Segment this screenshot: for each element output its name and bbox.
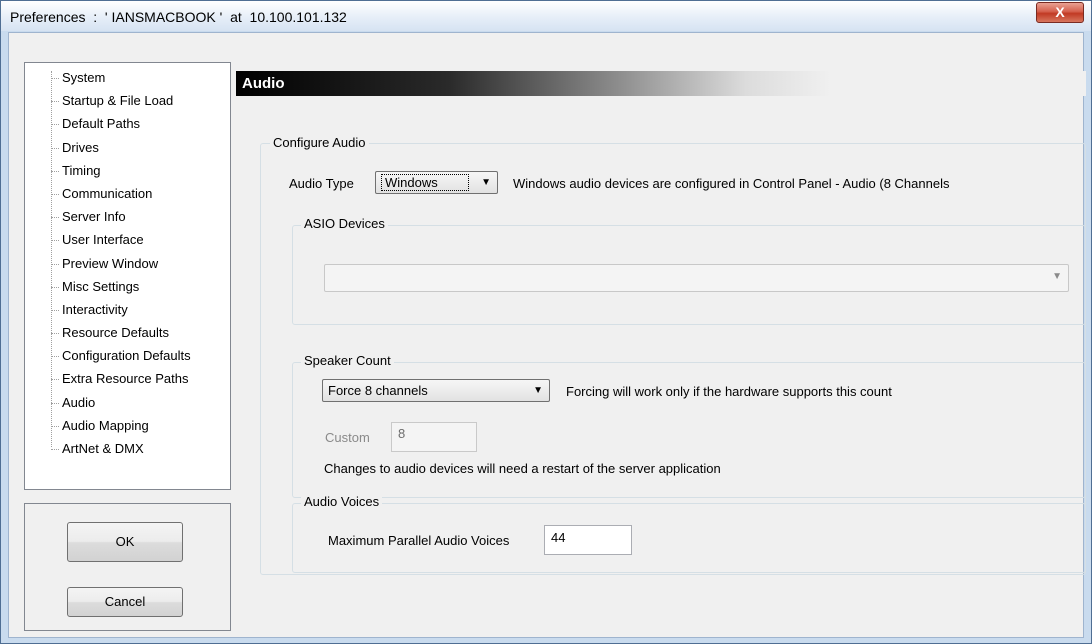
cancel-button[interactable]: Cancel	[67, 587, 183, 617]
tree-item-system[interactable]: System	[25, 69, 230, 92]
audio-type-label: Audio Type	[289, 176, 354, 191]
tree-item-label: Communication	[62, 185, 153, 201]
tree-item-label: Preview Window	[62, 255, 159, 271]
tree-item-timing[interactable]: Timing	[25, 162, 230, 185]
section-header: Audio	[236, 71, 1086, 96]
restart-note: Changes to audio devices will need a res…	[324, 461, 721, 476]
tree-item-audio-mapping[interactable]: Audio Mapping	[25, 417, 230, 440]
tree-item-label: ArtNet & DMX	[62, 441, 144, 456]
tree-item-default-paths[interactable]: Default Paths	[25, 115, 230, 138]
tree-item-preview-window[interactable]: Preview Window	[25, 255, 230, 278]
custom-count-input[interactable]: 8	[391, 422, 477, 452]
audio-type-value: Windows	[381, 174, 469, 191]
preferences-tree[interactable]: System Startup & File Load Default Paths…	[24, 62, 231, 490]
tree-item-communication[interactable]: Communication	[25, 185, 230, 208]
audio-voices-group-label: Audio Voices	[301, 494, 383, 510]
tree-item-user-interface[interactable]: User Interface	[25, 231, 230, 254]
speaker-count-note: Forcing will work only if the hardware s…	[566, 384, 892, 399]
dialog-buttons-panel: OK Cancel	[24, 503, 231, 631]
tree-item-label: Resource Defaults	[62, 325, 169, 341]
tree-item-label: Misc Settings	[62, 278, 140, 294]
audio-type-note: Windows audio devices are configured in …	[513, 176, 950, 191]
tree-item-label: Audio Mapping	[62, 417, 149, 433]
tree-item-server-info[interactable]: Server Info	[25, 208, 230, 231]
max-voices-input[interactable]: 44	[544, 525, 632, 555]
max-voices-label: Maximum Parallel Audio Voices	[328, 533, 510, 548]
tree-item-label: Configuration Defaults	[62, 348, 191, 364]
tree-item-label: System	[62, 70, 106, 85]
tree-item-label: Interactivity	[62, 301, 128, 317]
chevron-down-icon: ▼	[1052, 271, 1062, 282]
tree-item-drives[interactable]: Drives	[25, 139, 230, 162]
ok-button[interactable]: OK	[67, 522, 183, 562]
tree-item-startup-file-load[interactable]: Startup & File Load	[25, 92, 230, 115]
tree-item-extra-resource-paths[interactable]: Extra Resource Paths	[25, 370, 230, 393]
speaker-count-select[interactable]: Force 8 channels ▼	[322, 379, 550, 402]
section-title: Audio	[242, 75, 285, 92]
tree-item-label: Drives	[62, 139, 99, 155]
tree-item-label: Timing	[62, 162, 101, 178]
tree-item-label: Startup & File Load	[62, 93, 174, 109]
tree-item-label: Extra Resource Paths	[62, 371, 189, 387]
tree-item-configuration-defaults[interactable]: Configuration Defaults	[25, 347, 230, 370]
configure-audio-group-label: Configure Audio	[270, 135, 369, 151]
tree-item-resource-defaults[interactable]: Resource Defaults	[25, 324, 230, 347]
custom-count-label: Custom	[325, 430, 370, 445]
window-title: Preferences : ' IANSMACBOOK ' at 10.100.…	[10, 9, 347, 25]
tree-item-audio[interactable]: Audio	[25, 394, 230, 417]
tree-item-label: Default Paths	[62, 116, 141, 132]
tree-item-label: Audio	[62, 394, 96, 410]
speaker-count-group-label: Speaker Count	[301, 353, 394, 369]
tree-item-label: Server Info	[62, 209, 126, 225]
title-bar[interactable]: Preferences : ' IANSMACBOOK ' at 10.100.…	[1, 1, 1091, 31]
chevron-down-icon: ▼	[481, 177, 491, 188]
close-button[interactable]: X	[1036, 2, 1084, 23]
tree-item-label: User Interface	[62, 232, 144, 248]
close-icon: X	[1055, 4, 1065, 20]
tree-item-interactivity[interactable]: Interactivity	[25, 301, 230, 324]
chevron-down-icon: ▼	[533, 385, 543, 396]
tree-item-artnet-dmx[interactable]: ArtNet & DMX	[25, 440, 230, 463]
tree-item-misc-settings[interactable]: Misc Settings	[25, 278, 230, 301]
asio-device-select[interactable]: ▼	[324, 264, 1069, 292]
audio-type-select[interactable]: Windows ▼	[375, 171, 498, 194]
asio-devices-group-label: ASIO Devices	[301, 216, 388, 232]
speaker-count-value: Force 8 channels	[328, 383, 428, 398]
